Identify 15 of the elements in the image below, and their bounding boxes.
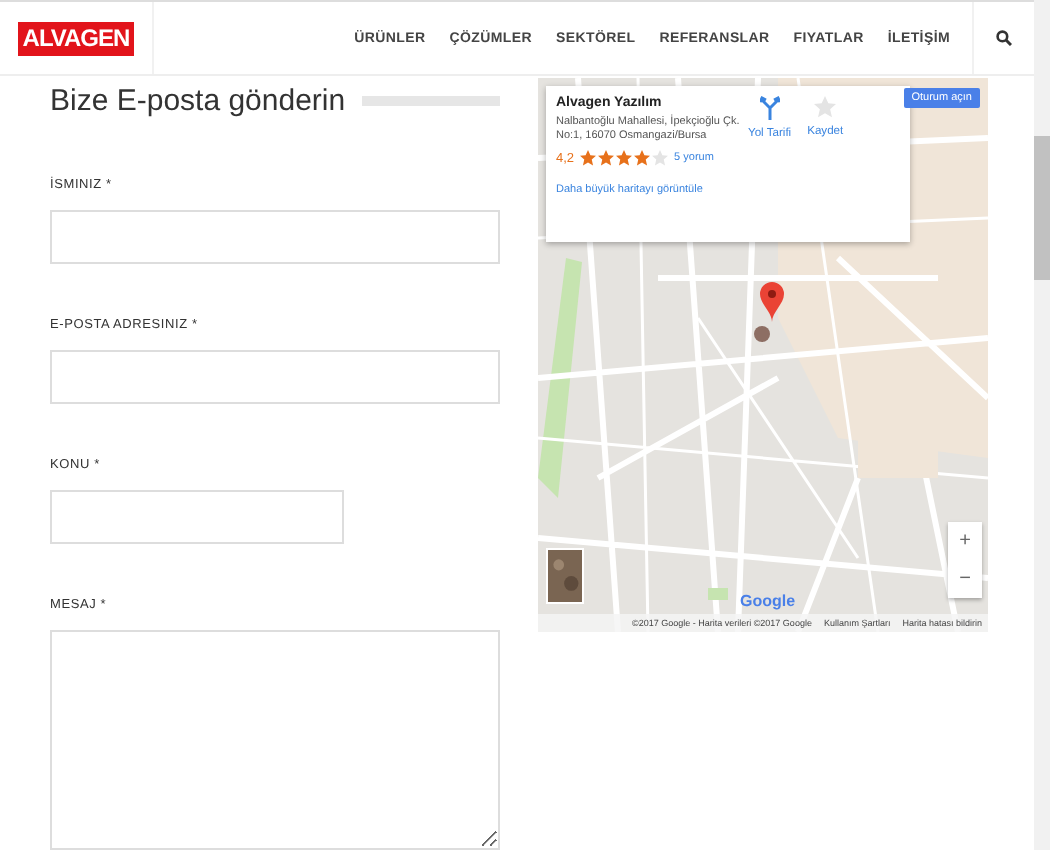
input-field[interactable]: [50, 350, 500, 404]
message-field[interactable]: [50, 630, 500, 850]
directions-icon: [759, 96, 780, 120]
zoom-button[interactable]: −: [948, 560, 982, 598]
satellite-thumbnail[interactable]: [546, 548, 584, 604]
input-field[interactable]: [50, 490, 344, 544]
zoom-button[interactable]: +: [948, 522, 982, 560]
map-pin-icon: [760, 282, 784, 322]
star-icon: [814, 96, 837, 118]
input-field[interactable]: [50, 210, 500, 264]
form-title: Bize E-posta gönderin: [50, 83, 346, 117]
google-logo: Google: [740, 592, 796, 610]
logo[interactable]: ALVAGEN: [18, 21, 134, 55]
search-icon[interactable]: [996, 30, 1012, 46]
scrollbar-thumb[interactable]: [1034, 136, 1050, 280]
